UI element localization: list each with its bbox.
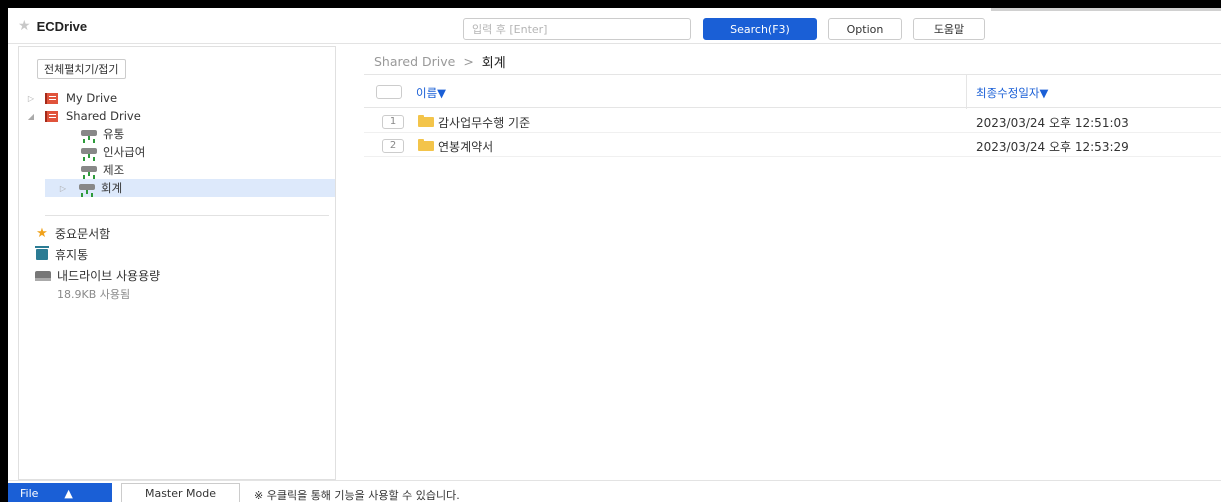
file-menu-label: File (20, 486, 39, 500)
tree-item-label: 인사급여 (103, 145, 146, 159)
tree-item-label: 회계 (101, 181, 123, 195)
drive-usage-value: 18.9KB 사용됨 (57, 288, 131, 301)
folder-tree: ▷ My Drive ◢ Shared Drive 유통 인사급여 제조 ▷ 회… (19, 89, 335, 197)
important-docs-label: 중요문서함 (55, 227, 111, 241)
status-bar: File ▲ Master Mode ※ 우클릭을 통해 기능을 사용할 수 있… (8, 480, 1221, 502)
tree-item-manufacturing[interactable]: 제조 (19, 161, 335, 179)
modified-date: 2023/03/24 오후 12:53:29 (976, 140, 1129, 154)
table-header: 이름▼ 최종수정일자▼ (364, 74, 1221, 109)
modified-date: 2023/03/24 오후 12:51:03 (976, 116, 1129, 130)
tree-item-hr-payroll[interactable]: 인사급여 (19, 143, 335, 161)
network-drive-icon (81, 165, 97, 176)
expand-arrow-icon[interactable]: ▷ (25, 94, 37, 103)
column-divider (966, 75, 967, 109)
master-mode-button[interactable]: Master Mode (121, 483, 240, 502)
table-row[interactable]: 2 연봉계약서 2023/03/24 오후 12:53:29 (364, 134, 1221, 157)
important-docs-item[interactable]: ★ 중요문서함 (19, 223, 335, 244)
breadcrumb-separator: > (463, 54, 474, 69)
favorite-star-icon[interactable]: ★ (18, 18, 31, 34)
folder-icon (418, 115, 434, 127)
row-index[interactable]: 1 (382, 115, 404, 129)
top-bar: ★ ECDrive Search(F3) Option 도움말 (8, 8, 1221, 44)
select-all-checkbox[interactable] (376, 85, 402, 99)
column-header-modified[interactable]: 최종수정일자▼ (976, 85, 1048, 101)
tree-item-label: 유통 (103, 127, 125, 141)
network-drive-icon (79, 183, 95, 194)
context-menu-hint: ※ 우클릭을 통해 기능을 사용할 수 있습니다. (254, 489, 460, 502)
breadcrumb-current: 회계 (481, 56, 506, 71)
tree-item-label: 제조 (103, 163, 125, 177)
trash-icon (35, 246, 49, 260)
tree-item-distribution[interactable]: 유통 (19, 125, 335, 143)
expand-arrow-icon[interactable]: ▷ (57, 184, 69, 193)
top-edge-line (991, 8, 1221, 11)
option-button[interactable]: Option (828, 18, 902, 40)
folder-icon (418, 139, 434, 151)
drive-usage-item: 내드라이브 사용용량 (19, 265, 335, 286)
caret-up-icon: ▲ (64, 486, 73, 500)
trash-item[interactable]: 휴지통 (19, 244, 335, 265)
hard-drive-icon (35, 270, 51, 281)
drive-usage-label: 내드라이브 사용용량 (57, 269, 161, 283)
network-drive-icon (81, 147, 97, 158)
collapse-arrow-icon[interactable]: ◢ (25, 112, 37, 121)
help-button[interactable]: 도움말 (913, 18, 985, 40)
sidebar-divider (45, 215, 329, 216)
row-index[interactable]: 2 (382, 139, 404, 153)
sidebar-shortcuts: ★ 중요문서함 휴지통 내드라이브 사용용량 18.9KB 사용됨 (19, 223, 335, 302)
breadcrumb: Shared Drive > 회계 (374, 52, 506, 71)
file-name[interactable]: 연봉계약서 (438, 138, 493, 155)
column-header-name[interactable]: 이름▼ (416, 85, 446, 101)
sidebar: 전체펼치기/접기 ▷ My Drive ◢ Shared Drive 유통 인사… (18, 46, 336, 480)
search-button[interactable]: Search(F3) (703, 18, 817, 40)
tree-item-label: Shared Drive (66, 109, 141, 123)
app-title: ECDrive (36, 18, 88, 34)
tree-item-shared-drive[interactable]: ◢ Shared Drive (19, 107, 335, 125)
table-row[interactable]: 1 감사업무수행 기준 2023/03/24 오후 12:51:03 (364, 110, 1221, 133)
tree-item-my-drive[interactable]: ▷ My Drive (19, 89, 335, 107)
file-list-panel: Shared Drive > 회계 이름▼ 최종수정일자▼ 1 감사업무수행 기… (364, 48, 1221, 480)
app-window: ★ ECDrive Search(F3) Option 도움말 전체펼치기/접기… (8, 8, 1221, 502)
tree-item-label: My Drive (66, 91, 118, 105)
logo: ★ ECDrive (18, 18, 87, 34)
drive-book-icon (45, 92, 58, 104)
network-drive-icon (81, 129, 97, 140)
trash-label: 휴지통 (55, 248, 89, 262)
tree-item-accounting[interactable]: ▷ 회계 (45, 179, 335, 197)
file-menu-button[interactable]: File ▲ (8, 483, 112, 502)
drive-book-icon (45, 110, 58, 122)
star-icon: ★ (36, 226, 48, 241)
file-name[interactable]: 감사업무수행 기준 (438, 114, 530, 131)
expand-collapse-all-button[interactable]: 전체펼치기/접기 (37, 59, 126, 79)
search-input[interactable] (463, 18, 691, 40)
breadcrumb-root[interactable]: Shared Drive (374, 54, 455, 69)
